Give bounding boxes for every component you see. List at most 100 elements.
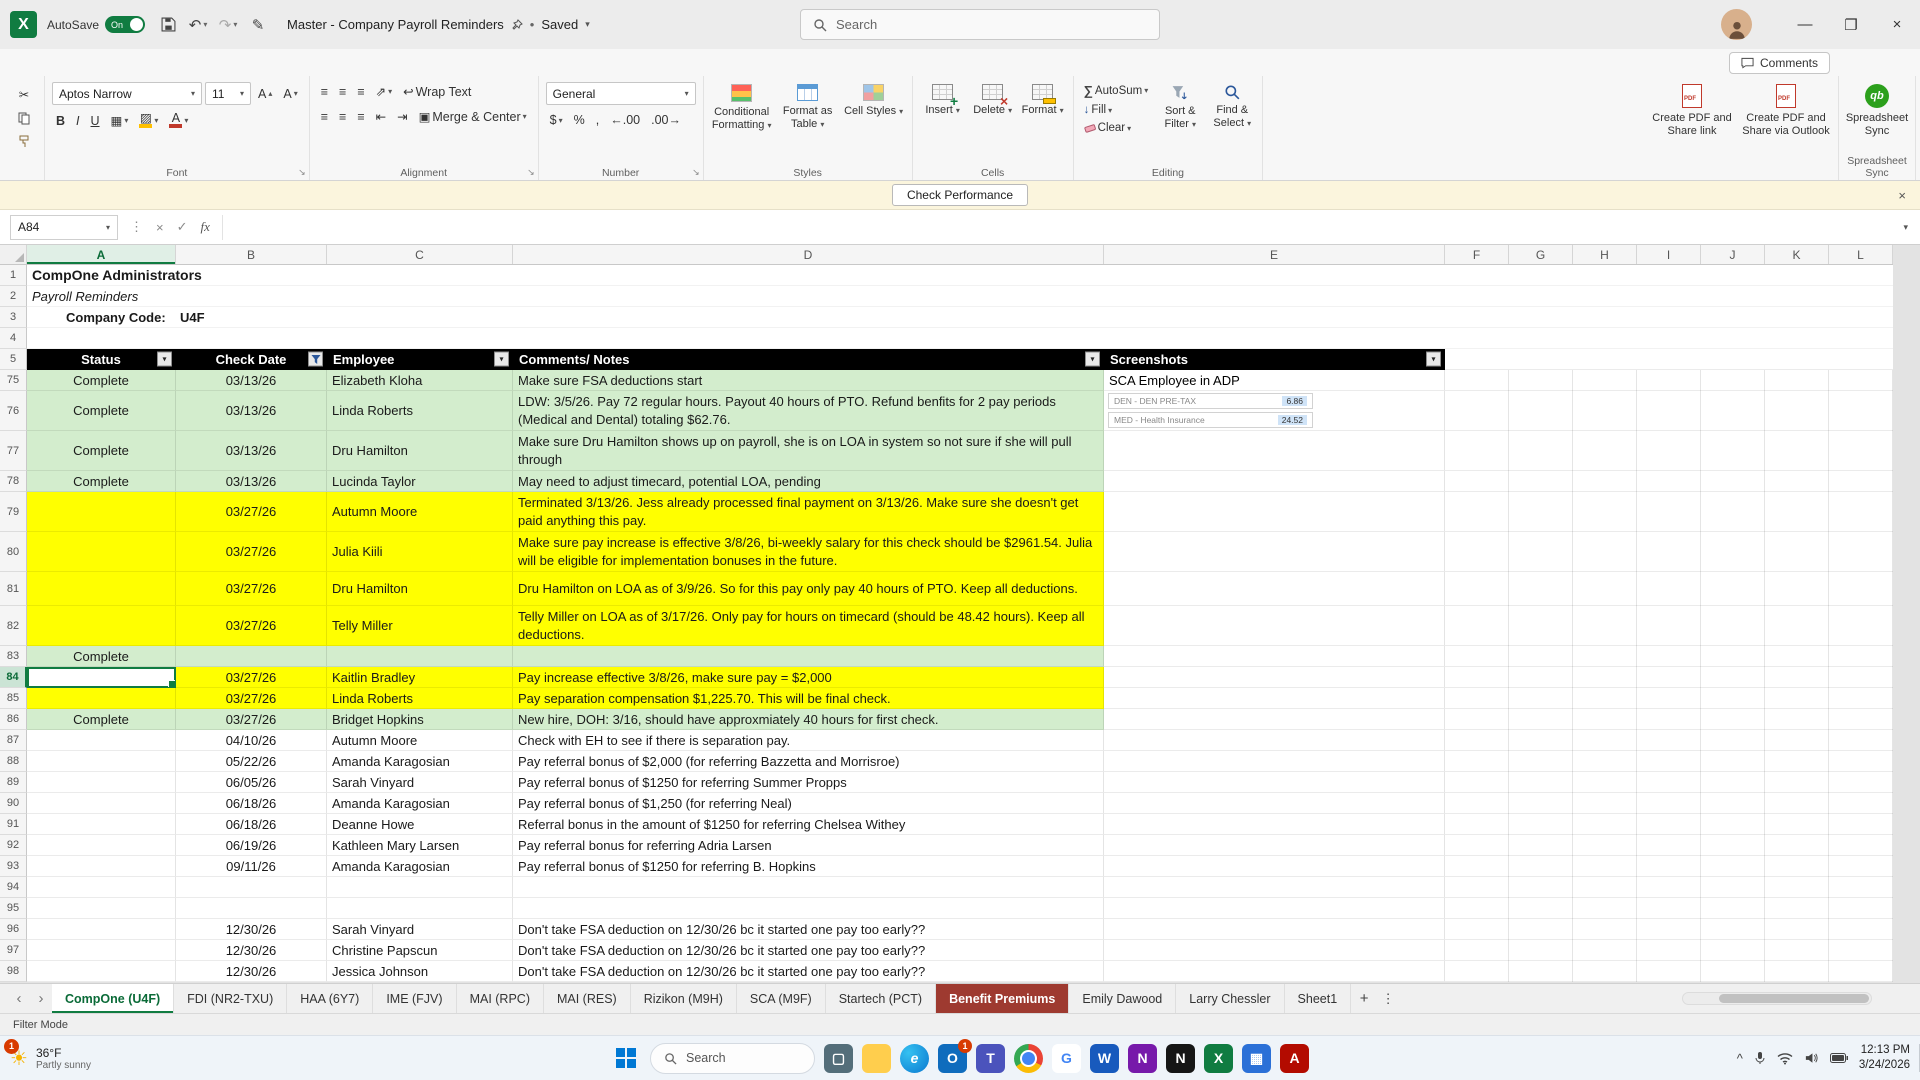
sheet-tab-benefit-premiums[interactable]: Benefit Premiums — [936, 984, 1070, 1013]
cell-E88[interactable] — [1104, 751, 1445, 772]
orientation-button[interactable]: ⇗ ▾ — [372, 82, 397, 101]
clear-button[interactable]: Clear ▾ — [1080, 120, 1153, 136]
sheet-nav-prev-icon[interactable]: ‹ — [8, 984, 30, 1013]
screenshot-thumbnail[interactable]: DEN - DEN PRE-TAX 6.86 — [1108, 393, 1313, 409]
taskbar-teams-icon[interactable]: T — [976, 1043, 1005, 1073]
cell-A88[interactable] — [27, 751, 176, 772]
cell-B98[interactable]: 12/30/26 — [176, 961, 327, 982]
sheet-tab-sheet1[interactable]: Sheet1 — [1285, 984, 1352, 1013]
row-header-84[interactable]: 84 — [0, 667, 27, 688]
cell-A94[interactable] — [27, 877, 176, 898]
increase-indent-button[interactable]: ⇥ — [393, 107, 411, 126]
row-header-97[interactable]: 97 — [0, 940, 27, 961]
cell-B95[interactable] — [176, 898, 327, 919]
cell-B80[interactable]: 03/27/26 — [176, 532, 327, 572]
font-dialog-launcher[interactable]: ↘ — [298, 167, 306, 178]
cell-C87[interactable]: Autumn Moore — [327, 730, 513, 751]
wifi-icon[interactable] — [1777, 1052, 1793, 1065]
sheet-tab-larry-chessler[interactable]: Larry Chessler — [1176, 984, 1285, 1013]
cell-B91[interactable]: 06/18/26 — [176, 814, 327, 835]
cell-A97[interactable] — [27, 940, 176, 961]
column-header-G[interactable]: G — [1509, 245, 1573, 264]
excel-app-icon[interactable]: X — [10, 11, 37, 38]
cell-B89[interactable]: 06/05/26 — [176, 772, 327, 793]
increase-decimal-button[interactable]: ←.00 — [606, 111, 644, 129]
filter-dropdown-button[interactable]: ▾ — [1085, 351, 1100, 367]
autosave-toggle[interactable]: AutoSave On — [47, 16, 146, 33]
column-header-K[interactable]: K — [1765, 245, 1829, 264]
column-header-L[interactable]: L — [1829, 245, 1893, 264]
decrease-decimal-button[interactable]: .00→ — [647, 111, 685, 129]
format-as-table-button[interactable]: Format as Table ▾ — [776, 79, 840, 164]
taskbar-search[interactable]: Search — [650, 1042, 815, 1074]
cell-D79[interactable]: Terminated 3/13/26. Jess already process… — [513, 492, 1104, 532]
cell-C88[interactable]: Amanda Karagosian — [327, 751, 513, 772]
taskbar-file-explorer-icon[interactable] — [862, 1043, 891, 1073]
taskbar-google-icon[interactable]: G — [1052, 1043, 1081, 1073]
cell-A89[interactable] — [27, 772, 176, 793]
cell-D96[interactable]: Don't take FSA deduction on 12/30/26 bc … — [513, 919, 1104, 940]
delete-cells-button[interactable]: Delete ▾ — [969, 79, 1017, 164]
name-box[interactable]: A84 ▾ — [10, 214, 118, 240]
cell-D80[interactable]: Make sure pay increase is effective 3/8/… — [513, 532, 1104, 572]
cell-C84[interactable]: Kaitlin Bradley — [327, 667, 513, 688]
row-header-83[interactable]: 83 — [0, 646, 27, 667]
cell-E85[interactable] — [1104, 688, 1445, 709]
cell-B92[interactable]: 06/19/26 — [176, 835, 327, 856]
title-chevron-icon[interactable]: ▾ — [585, 19, 590, 30]
sort-filter-button[interactable]: Sort & Filter ▾ — [1156, 79, 1204, 164]
cell-C82[interactable]: Telly Miller — [327, 606, 513, 646]
sheet-tab-startech-pct-[interactable]: Startech (PCT) — [826, 984, 937, 1013]
cell-E77[interactable] — [1104, 431, 1445, 471]
cell-D98[interactable]: Don't take FSA deduction on 12/30/26 bc … — [513, 961, 1104, 982]
sheet-tab-compone-u4f-[interactable]: CompOne (U4F) — [52, 984, 175, 1013]
format-cells-button[interactable]: Format ▾ — [1019, 79, 1067, 164]
cell-A87[interactable] — [27, 730, 176, 751]
restore-button[interactable]: ❐ — [1828, 0, 1874, 49]
user-avatar[interactable] — [1721, 9, 1752, 40]
sheet-tab-emily-dawood[interactable]: Emily Dawood — [1069, 984, 1177, 1013]
cell-B85[interactable]: 03/27/26 — [176, 688, 327, 709]
cell-D90[interactable]: Pay referral bonus of $1,250 (for referr… — [513, 793, 1104, 814]
cell-E96[interactable] — [1104, 919, 1445, 940]
row-header-85[interactable]: 85 — [0, 688, 27, 709]
alignment-dialog-launcher[interactable]: ↘ — [527, 167, 535, 178]
row-header-80[interactable]: 80 — [0, 532, 27, 572]
bold-button[interactable]: B — [52, 112, 69, 130]
row-header-77[interactable]: 77 — [0, 431, 27, 471]
row-header-88[interactable]: 88 — [0, 751, 27, 772]
confirm-entry-icon[interactable]: ✓ — [177, 219, 188, 235]
cell-D92[interactable]: Pay referral bonus for referring Adria L… — [513, 835, 1104, 856]
accounting-format-button[interactable]: $ ▾ — [546, 111, 567, 129]
cell-A85[interactable] — [27, 688, 176, 709]
create-pdf-share-outlook-button[interactable]: Create PDF and Share via Outlook — [1740, 79, 1832, 164]
cell-C76[interactable]: Linda Roberts — [327, 391, 513, 431]
row-header-81[interactable]: 81 — [0, 572, 27, 606]
cell-A83[interactable]: Complete — [27, 646, 176, 667]
align-top-icon[interactable]: ≡ — [317, 83, 332, 101]
taskbar-word-icon[interactable]: W — [1090, 1043, 1119, 1073]
row-header-90[interactable]: 90 — [0, 793, 27, 814]
autosave-switch[interactable]: On — [105, 16, 146, 33]
cell-C92[interactable]: Kathleen Mary Larsen — [327, 835, 513, 856]
align-bottom-icon[interactable]: ≡ — [353, 83, 368, 101]
sheet-tab-fdi-nr2-txu-[interactable]: FDI (NR2-TXU) — [174, 984, 288, 1013]
cell-C90[interactable]: Amanda Karagosian — [327, 793, 513, 814]
cell-C80[interactable]: Julia Kiili — [327, 532, 513, 572]
insert-function-icon[interactable]: fx — [201, 219, 210, 235]
cell-B77[interactable]: 03/13/26 — [176, 431, 327, 471]
battery-icon[interactable] — [1829, 1053, 1848, 1063]
row-header-92[interactable]: 92 — [0, 835, 27, 856]
sheet-tab-mai-rpc-[interactable]: MAI (RPC) — [457, 984, 544, 1013]
customize-quick-access-button[interactable]: ✎ — [245, 11, 271, 39]
cell-A76[interactable]: Complete — [27, 391, 176, 431]
row-header-3[interactable]: 3 — [0, 307, 27, 328]
minimize-button[interactable]: — — [1782, 0, 1828, 49]
cell-E79[interactable] — [1104, 492, 1445, 532]
filter-dropdown-button[interactable]: ▾ — [1426, 351, 1441, 367]
row-header-86[interactable]: 86 — [0, 709, 27, 730]
cell-B86[interactable]: 03/27/26 — [176, 709, 327, 730]
comma-style-button[interactable]: , — [592, 111, 603, 129]
grow-font-button[interactable]: A ▴ — [254, 85, 276, 103]
cell-E87[interactable] — [1104, 730, 1445, 751]
